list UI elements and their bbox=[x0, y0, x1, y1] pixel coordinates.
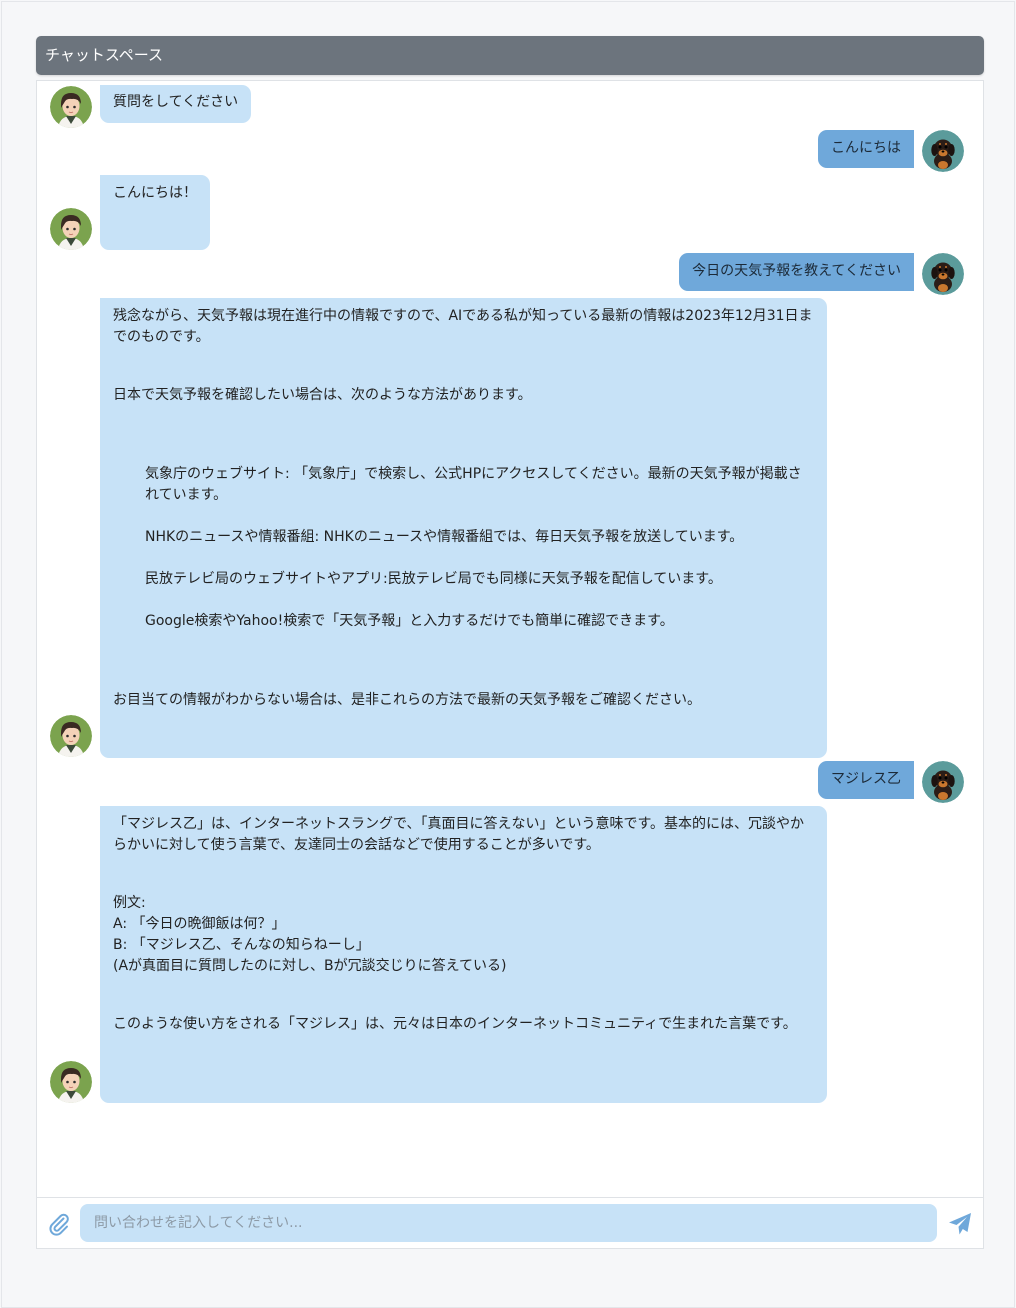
user-message-bubble: 今日の天気予報を教えてください bbox=[679, 253, 914, 291]
chat-header-title: チャットスペース bbox=[36, 36, 984, 75]
message-text: B: 「マジレス乙、そんなの知らねーし」 bbox=[113, 937, 370, 953]
page-frame: チャットスペース 質問をしてください こんにちは こんにちは！ 今日の天気予報を… bbox=[1, 1, 1015, 1308]
paper-plane-icon[interactable] bbox=[947, 1211, 973, 1237]
message-row-bot: 「マジレス乙」は、インターネットスラングで、「真面目に答えない」という意味です。… bbox=[37, 806, 983, 1106]
list-item: 気象庁のウェブサイト: 「気象庁」で検索し、公式HPにアクセスしてください。最新… bbox=[145, 466, 802, 503]
message-text: 例文: bbox=[113, 895, 146, 911]
message-text: 今日の天気予報を教えてください bbox=[692, 263, 901, 279]
bot-message-bubble: こんにちは！ bbox=[100, 175, 210, 250]
message-text: 残念ながら、天気予報は現在進行中の情報ですので、AIである私が知っている最新の情… bbox=[113, 308, 813, 345]
paperclip-icon[interactable] bbox=[47, 1212, 71, 1236]
message-text: A: 「今日の晩御飯は何？」 bbox=[113, 916, 286, 932]
bot-message-bubble: 質問をしてください bbox=[100, 85, 252, 123]
message-row-user: 今日の天気予報を教えてください bbox=[37, 253, 983, 297]
message-row-user: マジレス乙 bbox=[37, 761, 983, 805]
message-input[interactable] bbox=[80, 1204, 937, 1242]
message-composer bbox=[37, 1197, 983, 1248]
bot-message-bubble: 「マジレス乙」は、インターネットスラングで、「真面目に答えない」という意味です。… bbox=[100, 806, 827, 1103]
message-text: 「マジレス乙」は、インターネットスラングで、「真面目に答えない」という意味です。… bbox=[113, 816, 805, 853]
list-item: Google検索やYahoo!検索で「天気予報」と入力するだけでも簡単に確認でき… bbox=[145, 613, 674, 629]
message-text: 日本で天気予報を確認したい場合は、次のような方法があります。 bbox=[113, 387, 532, 403]
user-message-bubble: マジレス乙 bbox=[818, 761, 914, 799]
message-row-user: こんにちは bbox=[37, 129, 983, 173]
list-item: NHKのニュースや情報番組: NHKのニュースや情報番組では、毎日天気予報を放送… bbox=[145, 529, 744, 545]
message-list[interactable]: 質問をしてください こんにちは こんにちは！ 今日の天気予報を教えてください 残… bbox=[37, 81, 983, 1197]
user-avatar bbox=[922, 130, 964, 172]
message-row-bot: こんにちは！ bbox=[37, 175, 983, 255]
message-text: こんにちは！ bbox=[113, 185, 197, 201]
message-row-bot: 質問をしてください bbox=[37, 84, 983, 128]
user-avatar bbox=[922, 761, 964, 803]
bot-avatar bbox=[50, 86, 92, 128]
bot-avatar bbox=[50, 1061, 92, 1103]
message-text: 質問をしてください bbox=[113, 94, 239, 110]
message-text: こんにちは bbox=[831, 140, 901, 156]
message-text: (Aが真面目に質問したのに対し、Bが冗談交じりに答えている) bbox=[113, 958, 507, 974]
bot-avatar bbox=[50, 715, 92, 757]
bot-avatar bbox=[50, 208, 92, 250]
user-avatar bbox=[922, 253, 964, 295]
message-text: このような使い方をされる「マジレス」は、元々は日本のインターネットコミュニティで… bbox=[113, 1016, 797, 1032]
list-item: 民放テレビ局のウェブサイトやアプリ:民放テレビ局でも同様に天気予報を配信していま… bbox=[145, 571, 722, 587]
user-message-bubble: こんにちは bbox=[818, 130, 914, 168]
chat-card: チャットスペース 質問をしてください こんにちは こんにちは！ 今日の天気予報を… bbox=[36, 36, 984, 1249]
bot-message-bubble: 残念ながら、天気予報は現在進行中の情報ですので、AIである私が知っている最新の情… bbox=[100, 298, 827, 758]
message-text: お目当ての情報がわからない場合は、是非これらの方法で最新の天気予報をご確認くださ… bbox=[113, 692, 701, 708]
message-row-bot: 残念ながら、天気予報は現在進行中の情報ですので、AIである私が知っている最新の情… bbox=[37, 298, 983, 760]
chat-body: 質問をしてください こんにちは こんにちは！ 今日の天気予報を教えてください 残… bbox=[36, 80, 984, 1249]
message-text: マジレス乙 bbox=[831, 771, 901, 787]
